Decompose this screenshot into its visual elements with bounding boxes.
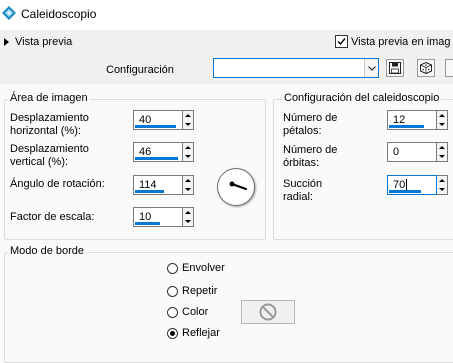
preview-toggle-label: Vista previa (15, 36, 73, 48)
radio-selected-icon (167, 327, 178, 339)
petals-spinner[interactable]: 12 (387, 110, 448, 130)
radio-wrap-label: Envolver (182, 262, 225, 274)
radio-repeat[interactable]: Repetir (167, 285, 217, 297)
spin-up-icon[interactable] (437, 111, 447, 120)
radio-repeat-label: Repetir (182, 285, 218, 297)
radio-reflect-label: Reflejar (182, 327, 220, 339)
radio-reflect[interactable]: Reflejar (167, 327, 220, 339)
suction-input[interactable]: 70 (387, 175, 437, 195)
suction-level-bar (389, 190, 421, 193)
radio-icon (167, 262, 178, 274)
radio-color[interactable]: Color (167, 306, 208, 318)
more-button[interactable] (445, 59, 453, 77)
live-preview-checkbox[interactable]: Vista previa en imag (335, 35, 450, 48)
rotation-spinner[interactable]: 114 (133, 175, 194, 195)
border-mode-title: Modo de borde (8, 245, 86, 257)
spin-up-icon[interactable] (183, 111, 193, 120)
random-preset-button[interactable] (417, 59, 435, 77)
v-offset-label: Desplazamiento vertical (%): (10, 143, 89, 168)
radio-icon (167, 285, 178, 297)
rotation-stepper[interactable] (183, 175, 194, 195)
orbits-input[interactable]: 0 (387, 142, 437, 162)
image-area-title: Área de imagen (8, 92, 90, 104)
spin-down-icon[interactable] (183, 120, 193, 129)
h-offset-label: Desplazamiento horizontal (%): (10, 112, 89, 137)
scale-level-bar (135, 222, 160, 225)
spin-down-icon[interactable] (437, 185, 447, 194)
floppy-disk-icon (389, 62, 401, 74)
orbits-label: Número de órbitas: (283, 144, 338, 169)
radio-wrap[interactable]: Envolver (167, 262, 225, 274)
h-offset-level-bar (135, 125, 176, 128)
spin-down-icon[interactable] (437, 152, 447, 161)
live-preview-label: Vista previa en imag (351, 35, 451, 48)
petals-input[interactable]: 12 (387, 110, 437, 130)
dice-icon (420, 62, 432, 74)
v-offset-stepper[interactable] (183, 142, 194, 162)
kaleidoscope-app-icon (2, 6, 16, 20)
spin-up-icon[interactable] (437, 143, 447, 152)
h-offset-input[interactable]: 40 (133, 110, 183, 130)
dial-needle-icon (229, 181, 248, 191)
save-preset-button[interactable] (386, 59, 404, 77)
scale-input[interactable]: 10 (133, 207, 183, 227)
config-label: Configuración (106, 64, 174, 76)
scale-stepper[interactable] (183, 207, 194, 227)
spin-up-icon[interactable] (183, 143, 193, 152)
h-offset-stepper[interactable] (183, 110, 194, 130)
spin-down-icon[interactable] (437, 120, 447, 129)
rotation-label: Ángulo de rotación: (10, 178, 105, 190)
window-title: Caleidoscopio (21, 7, 97, 21)
suction-spinner[interactable]: 70 (387, 175, 448, 195)
scale-spinner[interactable]: 10 (133, 207, 194, 227)
checkbox-checked-icon (335, 35, 348, 48)
spin-up-icon[interactable] (183, 208, 193, 217)
spin-down-icon[interactable] (183, 152, 193, 161)
v-offset-level-bar (135, 157, 178, 160)
border-mode-group (4, 252, 453, 363)
expand-triangle-icon (4, 38, 9, 46)
h-offset-spinner[interactable]: 40 (133, 110, 194, 130)
scale-label: Factor de escala: (10, 211, 95, 223)
v-offset-spinner[interactable]: 46 (133, 142, 194, 162)
radio-color-label: Color (182, 306, 209, 318)
border-color-swatch[interactable] (241, 300, 295, 324)
spin-down-icon[interactable] (183, 217, 193, 226)
kaleido-title: Configuración del caleidoscopio (282, 92, 442, 104)
orbits-spinner[interactable]: 0 (387, 142, 448, 162)
preview-toggle[interactable]: Vista previa (4, 36, 72, 48)
rotation-level-bar (135, 190, 164, 193)
v-offset-input[interactable]: 46 (133, 142, 183, 162)
orbits-stepper[interactable] (437, 142, 448, 162)
chevron-down-icon[interactable] (364, 59, 378, 77)
petals-stepper[interactable] (437, 110, 448, 130)
rotation-input[interactable]: 114 (133, 175, 183, 195)
no-color-icon (259, 303, 277, 321)
petals-label: Número de pétalos: (283, 112, 338, 137)
radio-icon (167, 306, 178, 318)
spin-down-icon[interactable] (183, 185, 193, 194)
config-select[interactable] (213, 58, 379, 78)
spin-up-icon[interactable] (183, 176, 193, 185)
petals-level-bar (389, 125, 424, 128)
suction-label: Succión radial: (283, 178, 323, 203)
rotation-dial[interactable] (217, 168, 255, 206)
spin-up-icon[interactable] (437, 176, 447, 185)
suction-stepper[interactable] (437, 175, 448, 195)
